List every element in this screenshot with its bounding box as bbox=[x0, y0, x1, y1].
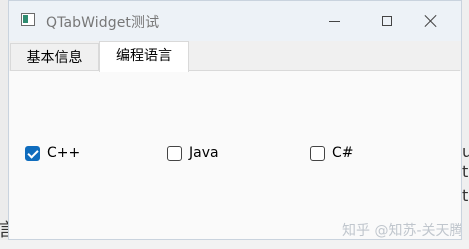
tab-programming-languages[interactable]: 编程语言 bbox=[99, 41, 189, 72]
title-bar[interactable]: QTabWidget测试 bbox=[9, 1, 461, 41]
checkbox-csharp[interactable]: C# bbox=[310, 144, 354, 162]
background-bottom-strip bbox=[0, 240, 469, 249]
window-title: QTabWidget测试 bbox=[46, 15, 160, 31]
maximize-button[interactable] bbox=[364, 1, 410, 41]
close-icon bbox=[424, 15, 436, 27]
close-button[interactable] bbox=[407, 1, 453, 41]
maximize-icon bbox=[382, 16, 392, 26]
checkbox-java-label[interactable]: Java bbox=[189, 145, 219, 161]
background-right-glyph: t bbox=[462, 162, 469, 181]
checkbox-csharp-label[interactable]: C# bbox=[332, 145, 354, 161]
minimize-icon bbox=[328, 20, 340, 22]
minimize-button[interactable] bbox=[311, 1, 357, 41]
checkbox-cpp-label[interactable]: C++ bbox=[47, 145, 80, 161]
background-left-strip bbox=[0, 0, 8, 249]
watermark-text: 知乎 @知苏-关天腾 bbox=[342, 223, 462, 239]
background-right-strip bbox=[462, 0, 469, 249]
app-window-icon bbox=[21, 13, 35, 26]
checkbox-unchecked-icon[interactable] bbox=[310, 145, 325, 161]
checkbox-unchecked-icon[interactable] bbox=[167, 145, 182, 161]
checkbox-checked-icon[interactable] bbox=[25, 145, 40, 161]
app-window: QTabWidget测试 基本信息 编程语言 C++ Java C# 知乎 @知… bbox=[8, 0, 462, 240]
background-right-glyph: t bbox=[462, 186, 469, 205]
tab-bar: 基本信息 编程语言 bbox=[9, 41, 461, 72]
background-right-glyph: u bbox=[462, 142, 469, 161]
tab-basic-info[interactable]: 基本信息 bbox=[10, 43, 99, 71]
checkbox-cpp[interactable]: C++ bbox=[25, 144, 80, 162]
checkbox-java[interactable]: Java bbox=[167, 144, 219, 162]
